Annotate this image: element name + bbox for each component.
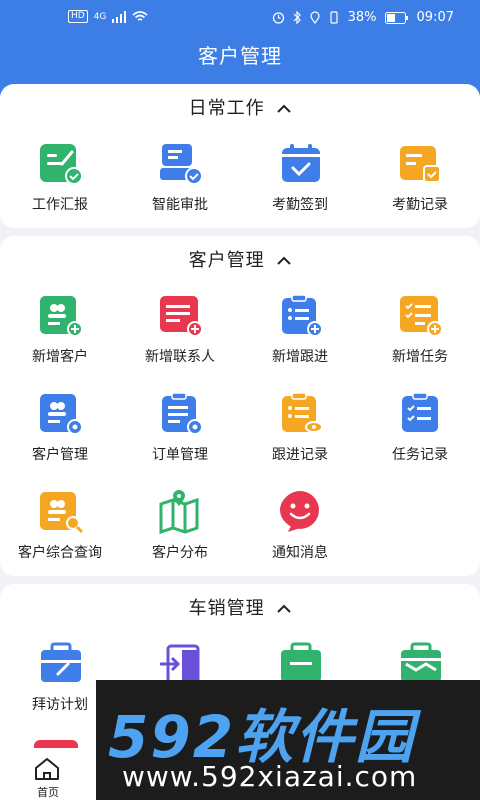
customer-manage-icon [40, 394, 83, 435]
menu-item-label: 新增客户 [32, 349, 88, 365]
notification-icon [280, 491, 319, 532]
menu-item-label: 跟进记录 [272, 447, 328, 463]
menu-item-smart-approval[interactable]: 智能审批 [120, 142, 240, 232]
menu-item-label: 智能审批 [152, 197, 208, 213]
section-title: 车销管理 [188, 598, 265, 619]
battery-icon [384, 11, 408, 24]
menu-item-label: 工作汇报 [32, 197, 88, 213]
hd-badge: HD [68, 10, 88, 23]
menu-item-label: 新增跟进 [272, 349, 328, 365]
app-header: HD 4G 38% 09:07 客户管理 [0, 0, 480, 96]
chevron-up-icon [277, 256, 292, 265]
section-header[interactable]: 车销管理 [0, 594, 480, 620]
menu-item-label: 考勤签到 [272, 197, 328, 213]
work-report-icon [40, 144, 83, 185]
add-task-icon [400, 296, 443, 337]
menu-item-label: 客户综合查询 [18, 545, 102, 561]
menu-item-add-customer[interactable]: 新增客户 [0, 294, 120, 384]
menu-item-label: 客户分布 [152, 545, 208, 561]
menu-item-label: 考勤记录 [392, 197, 448, 213]
clock-time: 09:07 [416, 10, 454, 25]
watermark-url: www.592xiazai.com [122, 760, 418, 793]
section-customer-management: 客户管理 新增客户 新增联系人 新增跟进 新增任务 客户管理 订单管理 跟进记录… [0, 236, 480, 576]
bottom-nav: 首页 [0, 748, 96, 800]
order-manage-icon [162, 392, 203, 435]
chevron-up-icon [277, 604, 292, 613]
watermark-banner: 592软件园 www.592xiazai.com [96, 680, 480, 800]
menu-item-add-task[interactable]: 新增任务 [360, 294, 480, 384]
task-record-icon [402, 392, 438, 432]
menu-item-label: 新增任务 [392, 349, 448, 365]
nav-home-label[interactable]: 首页 [0, 784, 96, 800]
menu-item-add-followup[interactable]: 新增跟进 [240, 294, 360, 384]
menu-item-label: 新增联系人 [145, 349, 215, 365]
status-bar: HD 4G 38% 09:07 [0, 8, 480, 32]
battery-percent: 38% [347, 10, 377, 25]
location-icon [310, 11, 320, 24]
menu-item-attendance-record[interactable]: 考勤记录 [360, 142, 480, 232]
section-header[interactable]: 客户管理 [0, 246, 480, 272]
menu-item-customer-map[interactable]: 客户分布 [120, 490, 240, 580]
wifi-icon [132, 10, 148, 21]
home-icon[interactable] [33, 756, 61, 782]
menu-item-label: 任务记录 [392, 447, 448, 463]
customer-map-icon [159, 490, 199, 534]
add-customer-icon [40, 296, 83, 337]
section-header[interactable]: 日常工作 [0, 94, 480, 120]
menu-item-order-manage[interactable]: 订单管理 [120, 392, 240, 482]
signal-icon [112, 10, 127, 23]
menu-item-followup-record[interactable]: 跟进记录 [240, 392, 360, 482]
followup-record-icon [282, 392, 323, 433]
menu-item-label: 订单管理 [152, 447, 208, 463]
menu-item-notification[interactable]: 通知消息 [240, 490, 360, 580]
smart-approval-icon [160, 144, 203, 185]
page-title: 客户管理 [198, 44, 282, 68]
menu-item-customer-query[interactable]: 客户综合查询 [0, 490, 120, 580]
menu-item-task-record[interactable]: 任务记录 [360, 392, 480, 482]
menu-item-label: 通知消息 [272, 545, 328, 561]
vibrate-icon [330, 11, 338, 24]
bluetooth-icon [293, 11, 301, 24]
menu-item-label: 客户管理 [32, 447, 88, 463]
section-title: 客户管理 [188, 250, 265, 271]
menu-item-add-contact[interactable]: 新增联系人 [120, 294, 240, 384]
alarm-icon [272, 12, 284, 24]
attendance-record-icon [400, 146, 441, 183]
section-daily-work: 日常工作 工作汇报 智能审批 考勤签到 考勤记录 [0, 84, 480, 228]
add-followup-icon [282, 294, 323, 337]
add-contact-icon [160, 296, 203, 337]
menu-item-customer-manage[interactable]: 客户管理 [0, 392, 120, 482]
menu-item-work-report[interactable]: 工作汇报 [0, 142, 120, 232]
network-badge: 4G [93, 11, 107, 22]
section-title: 日常工作 [188, 98, 265, 119]
menu-item-attendance-checkin[interactable]: 考勤签到 [240, 142, 360, 232]
visit-plan-icon [41, 642, 81, 682]
customer-query-icon [40, 492, 84, 534]
chevron-up-icon [277, 104, 292, 113]
attendance-checkin-icon [282, 144, 320, 182]
